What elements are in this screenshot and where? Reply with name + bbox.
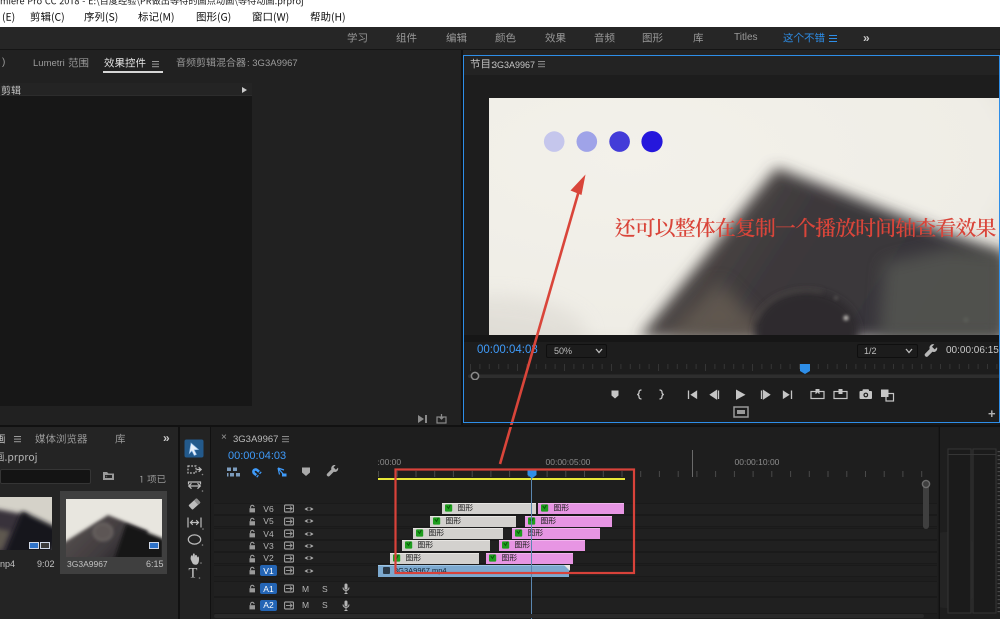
svg-text:T: T	[189, 566, 198, 582]
